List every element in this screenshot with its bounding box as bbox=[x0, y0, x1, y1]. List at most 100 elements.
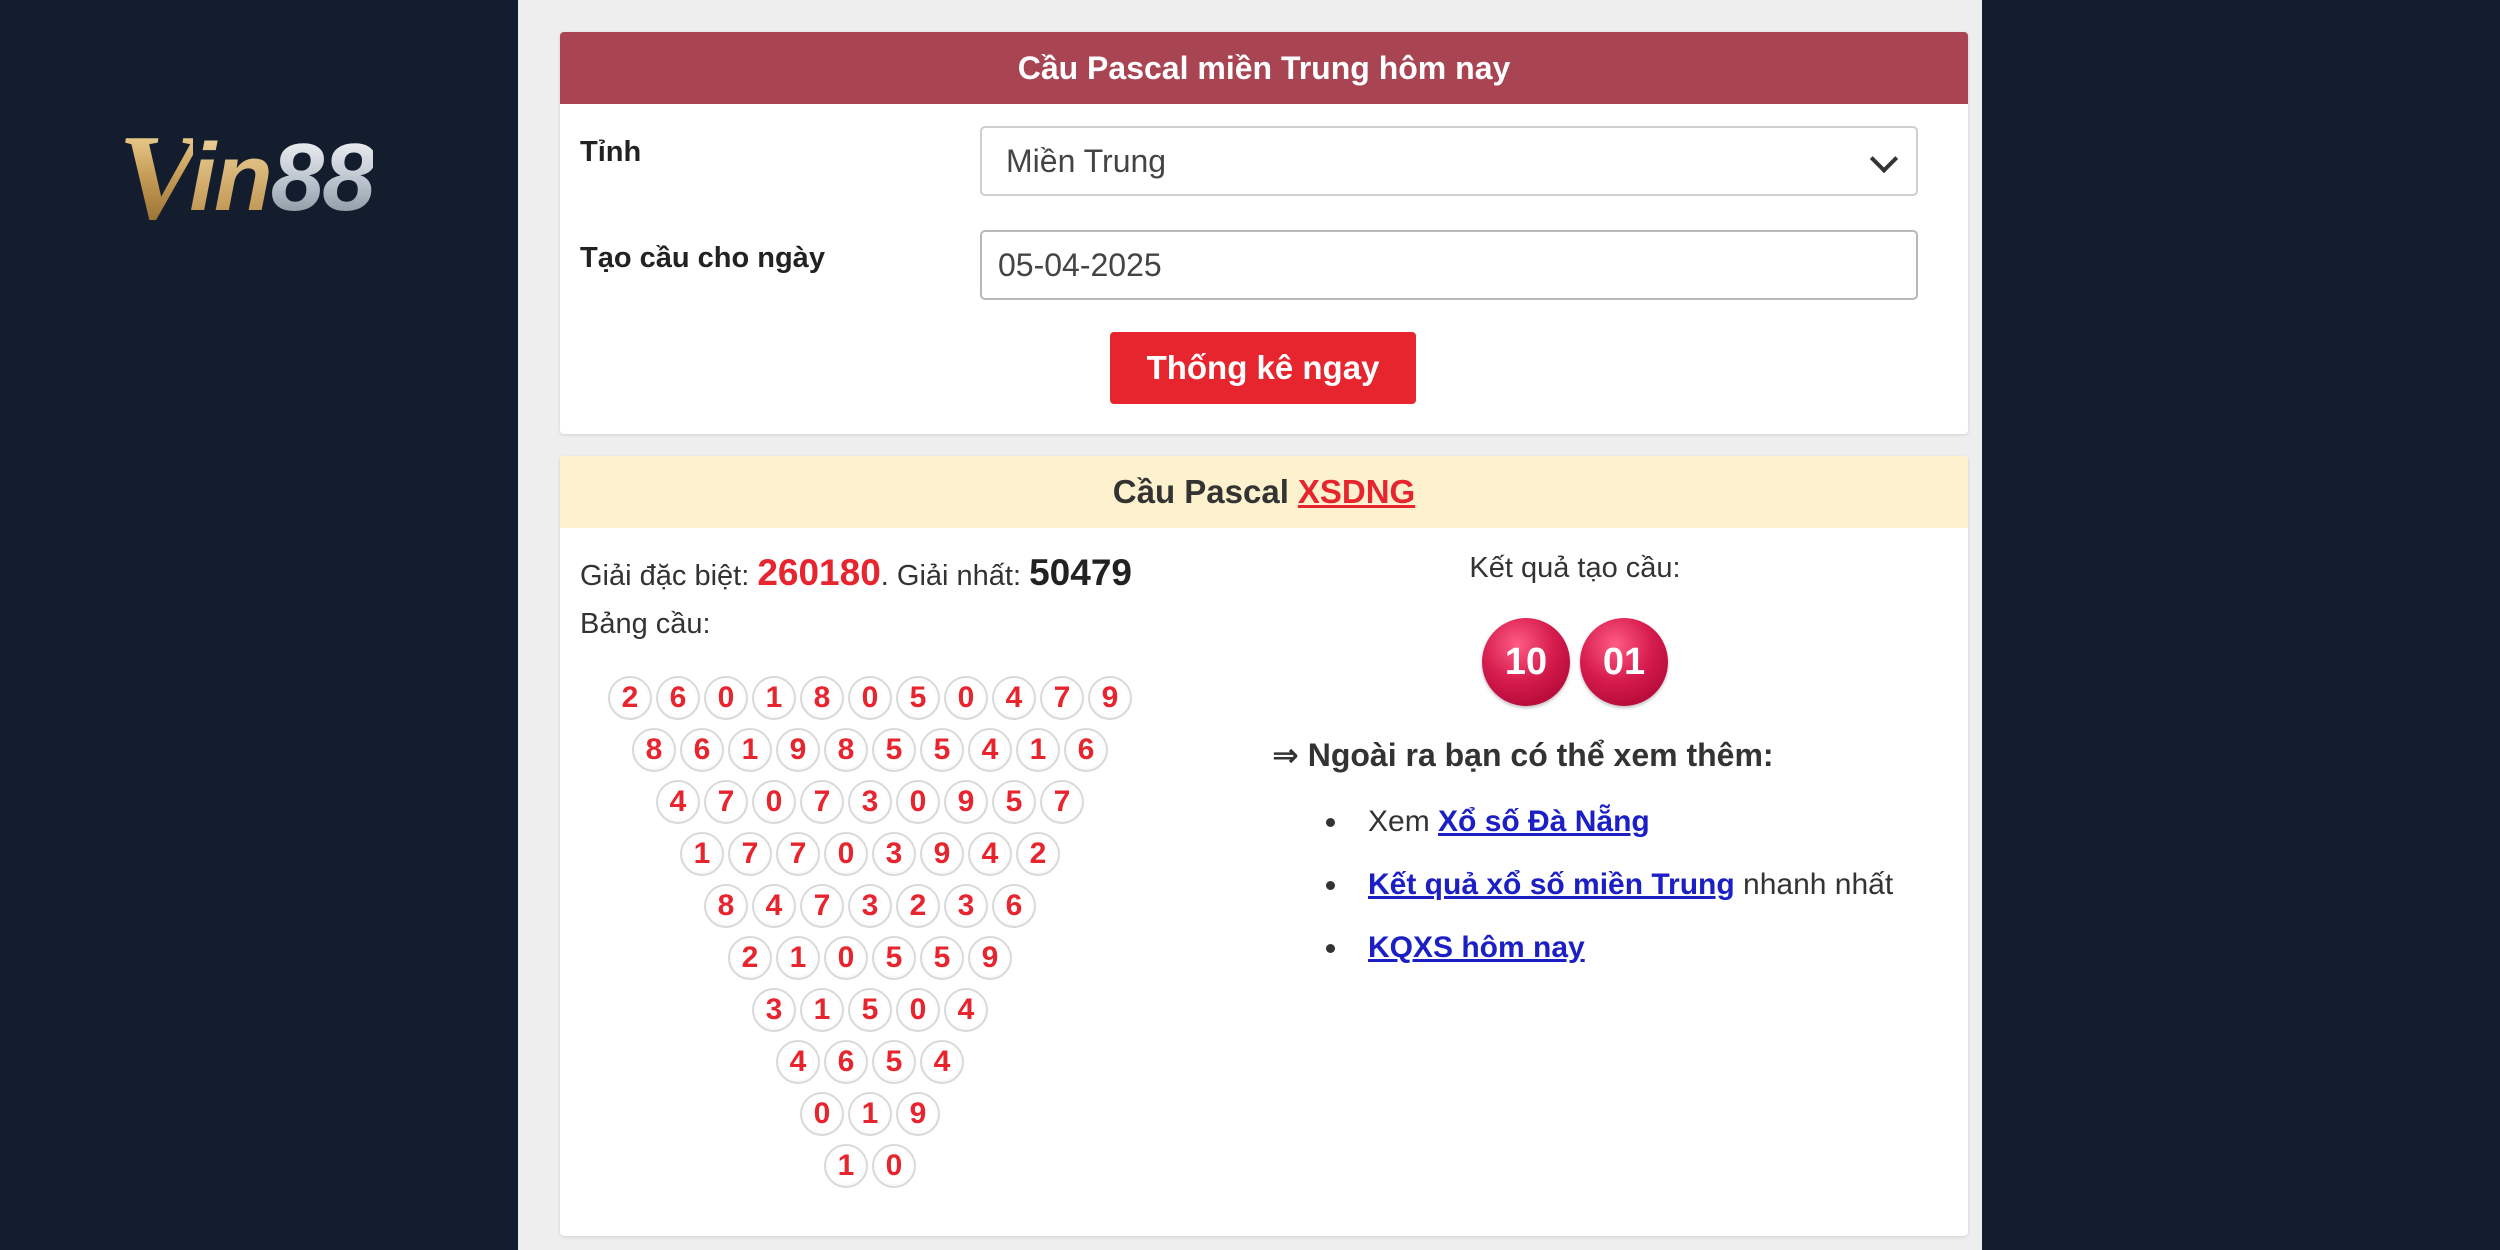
triangle-digit: 3 bbox=[848, 884, 892, 928]
triangle-digit: 5 bbox=[872, 1040, 916, 1084]
triangle-digit: 0 bbox=[848, 676, 892, 720]
province-select-value: Miền Trung bbox=[1006, 142, 1167, 179]
triangle-digit: 0 bbox=[704, 676, 748, 720]
triangle-row: 26018050479 bbox=[560, 676, 1180, 720]
result-number-ball: 10 bbox=[1482, 618, 1570, 706]
date-input[interactable]: 05-04-2025 bbox=[980, 230, 1918, 300]
filter-card: Cầu Pascal miền Trung hôm nay Tỉnh Miền … bbox=[560, 32, 1968, 434]
logo-number: 88 bbox=[270, 124, 376, 231]
link-prefix: Xem bbox=[1368, 805, 1439, 838]
triangle-digit: 9 bbox=[968, 936, 1012, 980]
triangle-digit: 7 bbox=[1040, 780, 1084, 824]
link-suffix: nhanh nhất bbox=[1734, 868, 1894, 901]
triangle-digit: 4 bbox=[968, 728, 1012, 772]
more-link[interactable]: Xổ số Đà Nẵng bbox=[1438, 805, 1650, 838]
triangle-digit: 0 bbox=[752, 780, 796, 824]
triangle-digit: 7 bbox=[776, 832, 820, 876]
special-prize-value: 260180 bbox=[757, 552, 881, 593]
triangle-digit: 4 bbox=[752, 884, 796, 928]
triangle-digit: 0 bbox=[824, 936, 868, 980]
main-column: Cầu Pascal miền Trung hôm nay Tỉnh Miền … bbox=[518, 0, 1982, 1250]
logo-wordmark: in88 bbox=[189, 130, 375, 226]
result-label: Kết quả tạo cầu: bbox=[1469, 552, 1681, 584]
first-prize-value: 50479 bbox=[1029, 552, 1132, 593]
triangle-digit: 0 bbox=[896, 988, 940, 1032]
triangle-row: 8619855416 bbox=[560, 728, 1180, 772]
prize-line: Giải đặc biệt: 260180. Giải nhất: 50479 bbox=[580, 552, 1132, 594]
triangle-digit: 5 bbox=[872, 728, 916, 772]
triangle-row: 019 bbox=[560, 1092, 1180, 1136]
triangle-digit: 8 bbox=[632, 728, 676, 772]
triangle-row: 4654 bbox=[560, 1040, 1180, 1084]
more-heading: ⇒ Ngoài ra bạn có thể xem thêm: bbox=[1272, 737, 1774, 773]
logo-v: V bbox=[118, 110, 199, 245]
triangle-digit: 1 bbox=[680, 832, 724, 876]
triangle-digit: 0 bbox=[824, 832, 868, 876]
vin88-logo[interactable]: Vin88 bbox=[118, 110, 488, 245]
triangle-row: 470730957 bbox=[560, 780, 1180, 824]
triangle-digit: 1 bbox=[728, 728, 772, 772]
date-input-value: 05-04-2025 bbox=[998, 246, 1162, 283]
triangle-digit: 4 bbox=[776, 1040, 820, 1084]
result-number-ball: 01 bbox=[1580, 618, 1668, 706]
more-link[interactable]: Kết quả xổ số miền Trung bbox=[1368, 868, 1735, 901]
submit-button[interactable]: Thống kê ngay bbox=[1110, 332, 1416, 404]
triangle-digit: 9 bbox=[1088, 676, 1132, 720]
triangle-digit: 6 bbox=[680, 728, 724, 772]
triangle-digit: 7 bbox=[800, 884, 844, 928]
triangle-digit: 4 bbox=[992, 676, 1036, 720]
more-link[interactable]: KQXS hôm nay bbox=[1368, 931, 1585, 964]
triangle-digit: 0 bbox=[944, 676, 988, 720]
bullet-icon bbox=[1326, 818, 1335, 827]
triangle-digit: 1 bbox=[776, 936, 820, 980]
triangle-digit: 5 bbox=[848, 988, 892, 1032]
triangle-digit: 5 bbox=[872, 936, 916, 980]
triangle-row: 8473236 bbox=[560, 884, 1180, 928]
triangle-digit: 8 bbox=[704, 884, 748, 928]
bullet-icon bbox=[1326, 944, 1335, 953]
first-prize-label: . Giải nhất: bbox=[880, 560, 1030, 592]
triangle-digit: 2 bbox=[1016, 832, 1060, 876]
triangle-digit: 2 bbox=[896, 884, 940, 928]
more-link-item: KQXS hôm nay bbox=[1312, 916, 1893, 979]
triangle-digit: 6 bbox=[1064, 728, 1108, 772]
triangle-digit: 3 bbox=[752, 988, 796, 1032]
triangle-digit: 5 bbox=[992, 780, 1036, 824]
triangle-digit: 1 bbox=[1016, 728, 1060, 772]
triangle-digit: 4 bbox=[656, 780, 700, 824]
triangle-digit: 1 bbox=[800, 988, 844, 1032]
triangle-digit: 1 bbox=[752, 676, 796, 720]
triangle-row: 17703942 bbox=[560, 832, 1180, 876]
triangle-digit: 0 bbox=[896, 780, 940, 824]
triangle-digit: 7 bbox=[800, 780, 844, 824]
triangle-digit: 8 bbox=[824, 728, 868, 772]
board-label: Bảng cầu: bbox=[580, 608, 711, 640]
triangle-digit: 4 bbox=[920, 1040, 964, 1084]
chevron-down-icon bbox=[1869, 144, 1899, 174]
triangle-digit: 3 bbox=[944, 884, 988, 928]
triangle-digit: 4 bbox=[968, 832, 1012, 876]
triangle-digit: 5 bbox=[920, 936, 964, 980]
special-prize-label: Giải đặc biệt: bbox=[580, 560, 758, 592]
triangle-digit: 6 bbox=[992, 884, 1036, 928]
result-balls: 10 01 bbox=[1200, 618, 1950, 706]
triangle-digit: 3 bbox=[848, 780, 892, 824]
triangle-row: 31504 bbox=[560, 988, 1180, 1032]
triangle-digit: 4 bbox=[944, 988, 988, 1032]
result-panel: Kết quả tạo cầu: 10 01 ⇒ Ngoài ra bạn có … bbox=[1200, 456, 1968, 1236]
triangle-digit: 0 bbox=[800, 1092, 844, 1136]
triangle-digit: 7 bbox=[728, 832, 772, 876]
province-select[interactable]: Miền Trung bbox=[980, 126, 1918, 196]
result-card: Cầu Pascal XSDNG Giải đặc biệt: 260180. G… bbox=[560, 456, 1968, 1236]
triangle-digit: 2 bbox=[608, 676, 652, 720]
triangle-digit: 2 bbox=[728, 936, 772, 980]
triangle-digit: 5 bbox=[896, 676, 940, 720]
triangle-row: 210559 bbox=[560, 936, 1180, 980]
triangle-digit: 7 bbox=[704, 780, 748, 824]
bullet-icon bbox=[1326, 881, 1335, 890]
triangle-digit: 9 bbox=[776, 728, 820, 772]
triangle-digit: 6 bbox=[656, 676, 700, 720]
triangle-digit: 9 bbox=[896, 1092, 940, 1136]
triangle-digit: 1 bbox=[824, 1144, 868, 1188]
filter-card-title: Cầu Pascal miền Trung hôm nay bbox=[560, 32, 1968, 104]
